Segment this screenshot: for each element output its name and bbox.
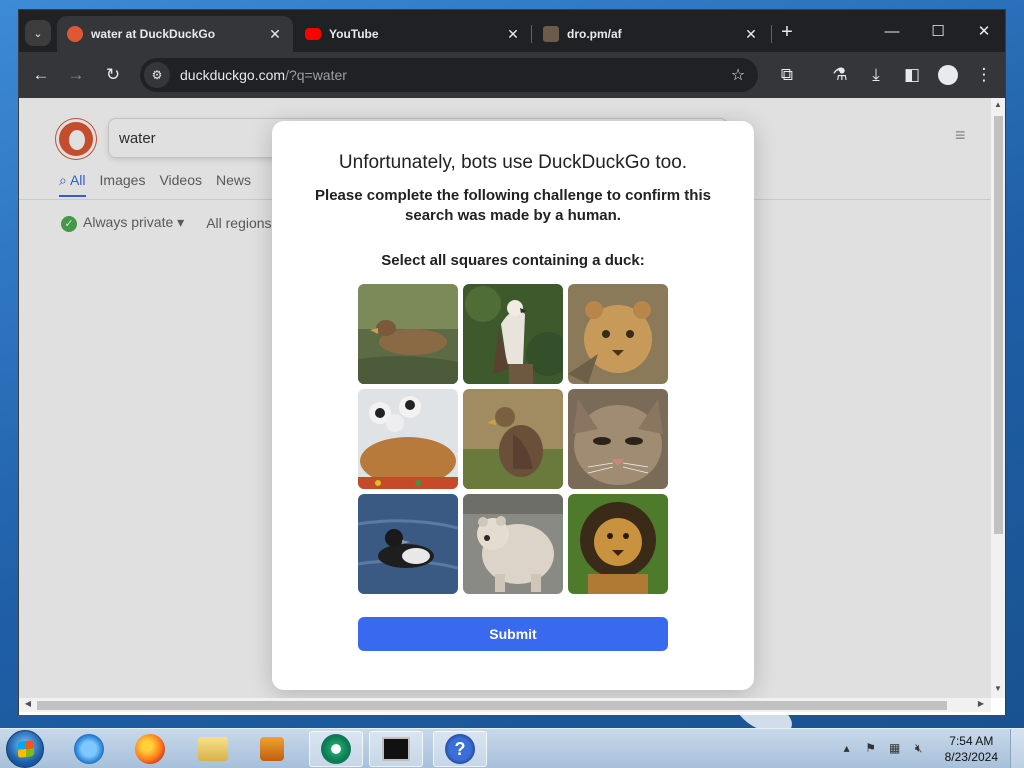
command-prompt-icon[interactable] [369, 731, 423, 767]
system-tray: ▴ ⚑ ▦ 🔇︎ 7:54 AM 8/23/2024 [835, 729, 1024, 768]
close-window-button[interactable]: ✕ [961, 18, 1007, 44]
browser-toolbar: ← → ↻ ⚙ duckduckgo.com/?q=water ☆ ⧉ ⚗ ⤓ … [19, 52, 1005, 98]
clock-time: 7:54 AM [949, 734, 994, 748]
start-button[interactable] [6, 730, 44, 768]
close-tab-icon[interactable]: ✕ [743, 26, 759, 42]
page-viewport: ≡ ⌕ All Images Videos News ✓Always priva… [19, 98, 1005, 715]
submit-button[interactable]: Submit [358, 617, 668, 651]
tab-strip: ⌄ water at DuckDuckGo ✕ YouTube ✕ dro.pm… [19, 10, 1005, 52]
media-player-icon[interactable] [245, 731, 299, 767]
action-center-flag-icon[interactable]: ⚑ [863, 741, 879, 757]
tab-title: dro.pm/af [567, 27, 622, 41]
youtube-favicon-icon [305, 28, 321, 40]
challenge-image-grid [358, 284, 668, 594]
help-icon[interactable]: ? [433, 731, 487, 767]
challenge-tile-duck[interactable] [358, 284, 458, 384]
firefox-icon[interactable] [123, 731, 177, 767]
file-explorer-icon[interactable] [186, 731, 240, 767]
minimize-button[interactable]: — [869, 18, 915, 44]
scrollbar-thumb[interactable] [37, 701, 947, 710]
volume-muted-icon[interactable]: 🔇︎ [911, 741, 927, 757]
tab-separator [771, 25, 772, 43]
tab-dro-pm[interactable]: dro.pm/af ✕ [533, 16, 769, 52]
duckduckgo-favicon-icon [67, 26, 83, 42]
challenge-tile-lion[interactable] [568, 494, 668, 594]
browser-window: ⌄ water at DuckDuckGo ✕ YouTube ✕ dro.pm… [18, 9, 1006, 715]
show-hidden-icons-icon[interactable]: ▴ [839, 741, 855, 757]
vertical-scrollbar[interactable]: ▲ ▼ [991, 98, 1005, 698]
challenge-tile-bear[interactable] [463, 494, 563, 594]
scroll-right-icon[interactable]: ▶ [975, 699, 987, 711]
side-panel-icon[interactable]: ◧ [898, 61, 926, 89]
url-host: duckduckgo.com [180, 67, 286, 83]
challenge-tile-lion-cub[interactable] [568, 284, 668, 384]
address-bar[interactable]: ⚙ duckduckgo.com/?q=water ☆ [140, 58, 758, 92]
clock-date: 8/23/2024 [944, 750, 998, 764]
url-path: /?q=water [285, 67, 347, 83]
taskbar: ? ▴ ⚑ ▦ 🔇︎ 7:54 AM 8/23/2024 [0, 728, 1024, 768]
chrome-icon[interactable] [309, 731, 363, 767]
reload-icon[interactable]: ↻ [99, 61, 127, 89]
close-tab-icon[interactable]: ✕ [267, 26, 283, 42]
challenge-tile-eagle[interactable] [463, 284, 563, 384]
back-icon[interactable]: ← [27, 61, 55, 89]
tab-duckduckgo[interactable]: water at DuckDuckGo ✕ [57, 16, 293, 52]
scrollbar-thumb[interactable] [994, 116, 1003, 534]
scroll-left-icon[interactable]: ◀ [22, 699, 34, 711]
network-icon[interactable]: ▦ [887, 741, 903, 757]
duckduckgo-results-page: ≡ ⌕ All Images Videos News ✓Always priva… [19, 98, 991, 698]
challenge-tile-duck[interactable] [463, 389, 563, 489]
page-favicon-icon [543, 26, 559, 42]
tab-search-button[interactable]: ⌄ [25, 20, 51, 46]
internet-explorer-icon[interactable] [62, 731, 116, 767]
new-tab-button[interactable]: + [776, 21, 798, 43]
tab-separator [531, 25, 532, 43]
challenge-tile-cat[interactable] [568, 389, 668, 489]
site-info-icon[interactable]: ⚙ [144, 62, 170, 88]
star-icon[interactable]: ☆ [724, 65, 752, 85]
challenge-prompt: Select all squares containing a duck: [381, 252, 645, 269]
scroll-up-icon[interactable]: ▲ [993, 100, 1003, 112]
challenge-tile-duck[interactable] [358, 494, 458, 594]
scroll-down-icon[interactable]: ▼ [993, 684, 1003, 696]
more-icon[interactable]: ⋮ [970, 61, 998, 89]
tab-youtube[interactable]: YouTube ✕ [295, 16, 531, 52]
close-tab-icon[interactable]: ✕ [505, 26, 521, 42]
show-desktop-button[interactable] [1010, 729, 1024, 768]
forward-icon[interactable]: → [62, 61, 90, 89]
system-clock[interactable]: 7:54 AM 8/23/2024 [945, 733, 998, 765]
maximize-button[interactable]: ☐ [915, 18, 961, 44]
tab-title: YouTube [329, 27, 379, 41]
profile-icon[interactable] [934, 61, 962, 89]
challenge-subheading: Please complete the following challenge … [315, 187, 711, 224]
labs-icon[interactable]: ⚗ [826, 61, 854, 89]
horizontal-scrollbar[interactable]: ◀ ▶ [19, 698, 991, 712]
tab-title: water at DuckDuckGo [91, 27, 216, 41]
challenge-tile-puppies-and-cat[interactable] [358, 389, 458, 489]
url-text[interactable]: duckduckgo.com/?q=water [180, 67, 724, 83]
challenge-heading: Unfortunately, bots use DuckDuckGo too. [338, 152, 688, 173]
extensions-icon[interactable]: ⧉ [773, 61, 801, 89]
download-icon[interactable]: ⤓ [862, 61, 890, 89]
bot-challenge-modal: Unfortunately, bots use DuckDuckGo too. … [272, 121, 754, 690]
